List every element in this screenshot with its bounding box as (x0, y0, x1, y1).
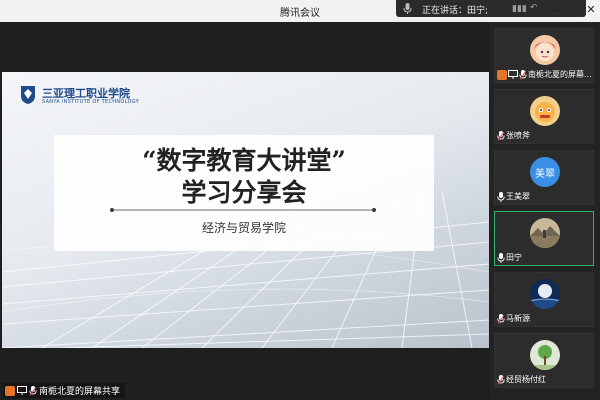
slide-title-line1: “数字教育大讲堂” (142, 146, 346, 175)
mic-muted-icon (497, 130, 505, 141)
close-button[interactable]: ✕ (583, 2, 599, 18)
presentation-slide: 三亚理工职业学院 SANYA INSTITUTE OF TECHNOLOGY “… (2, 72, 489, 348)
title-bar: 腾讯会议 正在讲话：田宁; ▮▮▮ ↶ — ☐ ✕ (0, 0, 600, 22)
school-logo-icon (21, 86, 35, 104)
participant-avatar (530, 218, 560, 248)
screen-share-label: 南栀北夏的屏幕共享 (3, 383, 126, 398)
participant-label: 田宁 (497, 252, 522, 263)
participant-label: 张喷斧 (497, 130, 530, 141)
shared-screen-stage[interactable]: 三亚理工职业学院 SANYA INSTITUTE OF TECHNOLOGY “… (0, 22, 490, 400)
participant-tile[interactable]: 美翠 王美翠 (494, 150, 594, 205)
participant-label: 经贸杨付红 (497, 374, 546, 385)
participant-avatar: 美翠 (530, 157, 560, 187)
participant-name: 南栀北夏的屏幕... (528, 70, 592, 79)
participant-label: 马新源 (497, 313, 530, 324)
avatar-text: 美翠 (535, 169, 555, 180)
participant-tile[interactable]: 张喷斧 (494, 89, 594, 144)
mic-icon (497, 252, 505, 263)
participant-tile[interactable]: 经贸杨付红 (494, 333, 594, 388)
mic-icon (403, 3, 412, 14)
user-share-icon (5, 385, 15, 396)
minimize-button[interactable]: — (546, 2, 562, 18)
maximize-button[interactable]: ☐ (565, 2, 581, 18)
participant-avatar (530, 279, 560, 309)
participant-label: 南栀北夏的屏幕... (497, 69, 592, 80)
participant-tile-active-speaker[interactable]: 田宁 (494, 211, 594, 266)
mic-icon (29, 385, 37, 396)
participants-panel[interactable]: 南栀北夏的屏幕... 张喷斧 美翠 王美翠 田宁 马新源 经贸杨付红 (490, 22, 600, 400)
mic-muted-icon (497, 313, 505, 324)
participant-name: 马新源 (506, 314, 530, 323)
participant-name: 王美翠 (506, 192, 530, 201)
slide-subtitle: 经济与贸易学院 (201, 221, 286, 235)
mic-icon (497, 191, 505, 202)
screen-icon (508, 70, 518, 79)
participant-label: 王美翠 (497, 191, 530, 202)
share-label-text: 南栀北夏的屏幕共享 (39, 387, 121, 397)
undo-icon[interactable]: ↶ (530, 3, 538, 13)
screen-icon (17, 386, 27, 395)
mic-muted-icon (497, 374, 505, 385)
mic-muted-icon (519, 69, 527, 80)
user-share-icon (497, 69, 507, 80)
slide-title-box: “数字教育大讲堂” 学习分享会 经济与贸易学院 (54, 135, 434, 251)
school-name-en: SANYA INSTITUTE OF TECHNOLOGY (42, 99, 140, 105)
slide-title-line2: 学习分享会 (181, 178, 307, 207)
participant-avatar (530, 96, 560, 126)
signal-icon: ▮▮▮ (512, 4, 527, 14)
participant-avatar (530, 35, 560, 65)
participant-avatar (530, 340, 560, 370)
participant-tile[interactable]: 南栀北夏的屏幕... (494, 28, 594, 83)
participant-name: 张喷斧 (506, 131, 530, 140)
speaking-text: 正在讲话：田宁; (422, 6, 489, 16)
participant-tile[interactable]: 马新源 (494, 272, 594, 327)
participant-name: 经贸杨付红 (506, 375, 546, 384)
participant-name: 田宁 (506, 253, 522, 262)
title-divider (110, 208, 376, 212)
